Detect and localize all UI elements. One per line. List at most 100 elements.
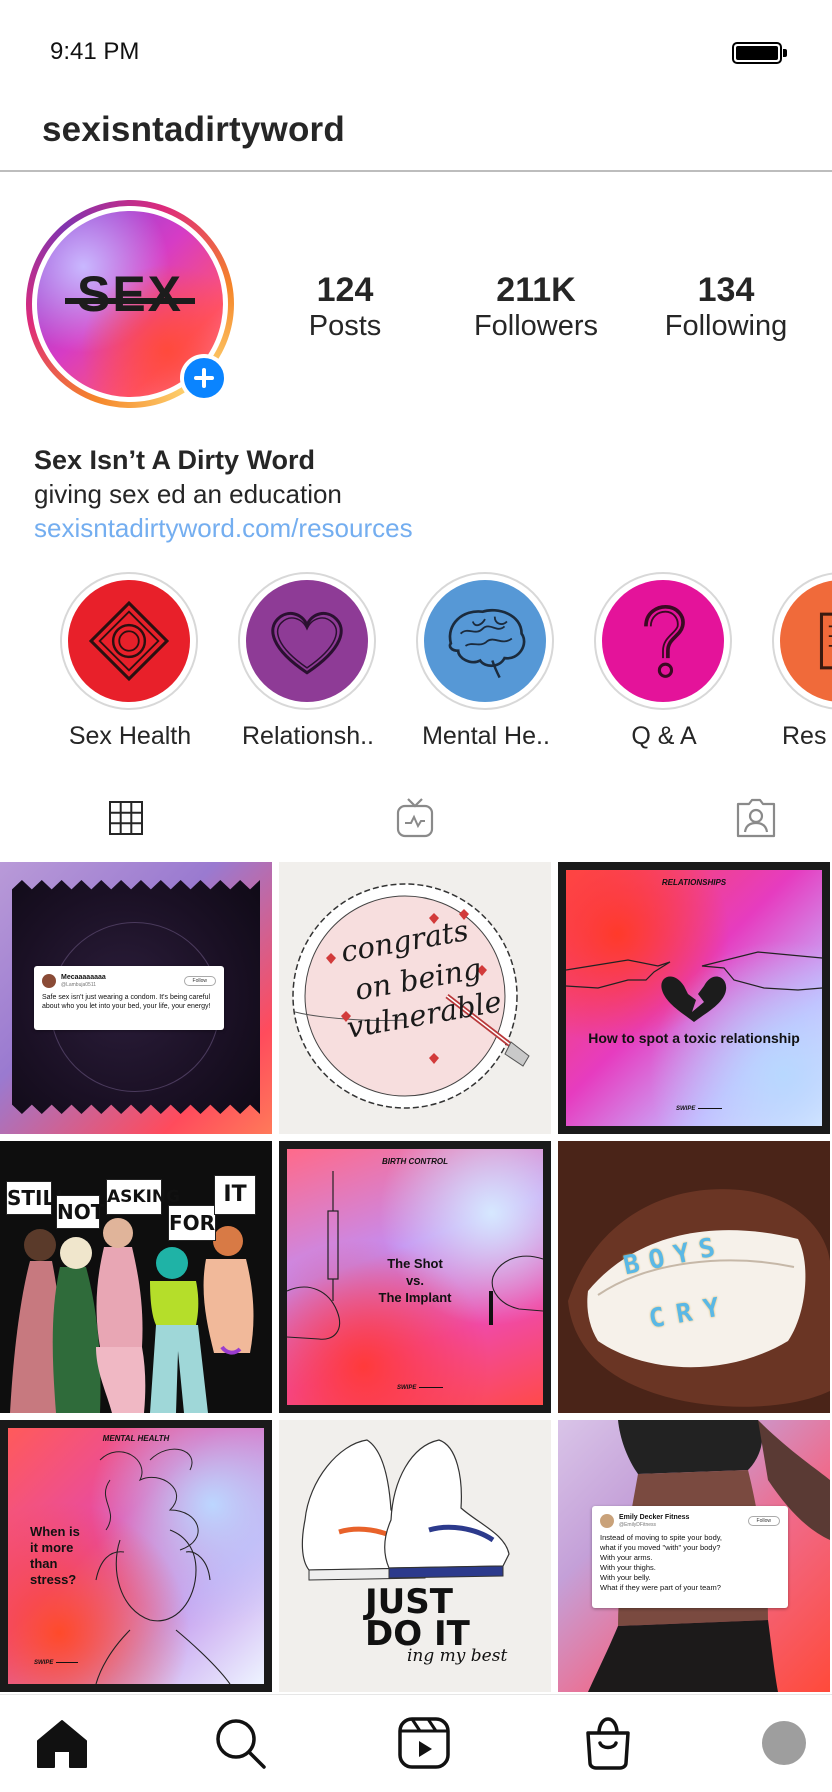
tweet-handle: @EmilyDFitness: [619, 1522, 657, 1528]
highlight-label: Q & A: [631, 722, 697, 750]
tweet-line: what if you moved "with" your body?: [600, 1543, 721, 1552]
tweet-text: Safe sex isn't just wearing a condom. It…: [42, 994, 211, 1010]
swipe-arrow-icon: [419, 1387, 443, 1388]
nav-reels[interactable]: [396, 1715, 452, 1771]
shop-bag-icon: [586, 1717, 630, 1770]
protest-sign: IT: [214, 1175, 256, 1215]
post-tile-toxic-relationship[interactable]: RELATIONSHIPS How to spot a toxic relati…: [558, 862, 830, 1134]
reels-icon: [398, 1717, 450, 1769]
post-tile-mental-health[interactable]: MENTAL HEALTH When is it more than stres…: [0, 1420, 272, 1692]
bottom-nav: [0, 1694, 832, 1792]
tweet-text: Instead of moving to spite your body, wh…: [600, 1533, 780, 1593]
profile-bio-text: giving sex ed an education: [34, 479, 342, 509]
profile-display-name: Sex Isn’t A Dirty Word: [34, 445, 316, 475]
status-bar: 9:41 PM: [0, 0, 832, 100]
highlight-label: Relationsh..: [241, 722, 375, 750]
swipe-label: SWIPE: [34, 1660, 54, 1666]
profile-username[interactable]: sexisntadirtyword: [42, 110, 345, 150]
protest-sign: FOR: [168, 1205, 216, 1241]
tweet-card: Mecaaaaaaaa @Lambuja0511 Follow Safe sex…: [34, 966, 224, 1030]
tweet-line: With your arms.: [600, 1553, 653, 1562]
profile-header: sexisntadirtyword: [0, 100, 832, 172]
tweet-follow-label: Follow: [747, 1516, 780, 1526]
tweet-handle: @Lambuja0511: [61, 982, 97, 988]
avatar-strike-line: [65, 298, 195, 304]
book-icon: [819, 612, 832, 670]
highlight-label: Mental He..: [422, 722, 550, 750]
swipe-arrow-icon: [56, 1662, 78, 1663]
tab-tagged[interactable]: [734, 796, 778, 840]
tweet-avatar: [42, 974, 56, 988]
tweet-avatar: [600, 1514, 614, 1528]
profile-tabs: [0, 780, 832, 860]
swipe-arrow-icon: [698, 1108, 722, 1109]
question-mark-icon: [644, 605, 685, 678]
swipe-label: SWIPE: [397, 1385, 417, 1391]
post-tile-just-do-it[interactable]: JUST DO IT ing my best: [279, 1420, 551, 1692]
post-tile-safe-sex[interactable]: Mecaaaaaaaa @Lambuja0511 Follow Safe sex…: [0, 862, 272, 1134]
status-time: 9:41 PM: [50, 38, 140, 65]
pointing-hands-graphic: [565, 951, 823, 1022]
slogan-line3: ing my best: [407, 1646, 508, 1666]
tweet-line: With your thighs.: [600, 1563, 656, 1572]
tv-icon: [396, 798, 434, 838]
post-tile-still-not-asking[interactable]: STILL NOT ASKING FOR IT: [0, 1141, 272, 1413]
post-tile-boys-cry[interactable]: BOYS CRY: [558, 1141, 830, 1413]
posts-grid: Mecaaaaaaaa @Lambuja0511 Follow Safe sex…: [0, 862, 832, 1692]
post-tile-congrats-cake[interactable]: congrats on being vulnerable: [279, 862, 551, 1134]
battery-icon: [732, 42, 787, 64]
grill-smile-graphic: [558, 1141, 830, 1413]
avatar-logo-text: SEX: [76, 266, 184, 322]
swipe-label: SWIPE: [676, 1106, 696, 1112]
post-title-line: When is: [30, 1524, 80, 1539]
post-title-line: vs.: [405, 1273, 425, 1288]
add-story-icon[interactable]: [180, 354, 228, 402]
home-icon: [37, 1720, 87, 1768]
profile-website-link[interactable]: sexisntadirtyword.com/resources: [34, 511, 794, 545]
tweet-line: With your belly.: [600, 1573, 651, 1582]
cake-graphic: congrats on being vulnerable: [292, 883, 530, 1109]
post-title-line: The Shot: [387, 1256, 443, 1271]
tab-igtv[interactable]: [393, 796, 437, 840]
protest-sign: ASKING: [106, 1179, 180, 1215]
search-icon: [216, 1719, 266, 1769]
stat-value: 124: [316, 271, 374, 309]
tweet-line: What if they were part of your team?: [600, 1583, 721, 1592]
profile-avatar-icon[interactable]: [762, 1721, 806, 1765]
stat-posts[interactable]: 124 Posts: [260, 271, 430, 344]
protest-sign: NOT: [56, 1195, 104, 1229]
stat-label: Followers: [473, 310, 599, 343]
nav-home[interactable]: [34, 1715, 90, 1771]
post-title-line: than: [30, 1556, 58, 1571]
tweet-name: Emily Decker Fitness: [619, 1514, 690, 1521]
tweet-card: Emily Decker Fitness @EmilyDFitness Foll…: [592, 1506, 788, 1608]
post-title-line: stress?: [30, 1572, 77, 1587]
stat-label: Posts: [308, 310, 382, 343]
highlight-label: Sex Health: [68, 722, 192, 750]
stat-value: 134: [697, 271, 755, 309]
tweet-name: Mecaaaaaaaa: [61, 974, 106, 981]
tweet-follow-label: Follow: [183, 976, 216, 986]
profile-bio: Sex Isn’t A Dirty Word giving sex ed an …: [34, 443, 794, 545]
grid-icon: [109, 801, 143, 835]
protest-sign: STILL: [6, 1181, 68, 1215]
stat-followers[interactable]: 211K Followers: [451, 271, 621, 344]
post-title: The Shot vs. The Implant: [287, 1255, 543, 1306]
nav-search[interactable]: [212, 1715, 268, 1771]
post-title-line: The Implant: [378, 1290, 452, 1305]
nav-shop[interactable]: [580, 1715, 636, 1771]
heart-icon: [271, 611, 343, 675]
tab-grid[interactable]: [104, 796, 148, 840]
condom-wrapper-icon: [88, 600, 170, 682]
tagged-person-icon: [736, 798, 776, 838]
stat-value: 211K: [496, 271, 576, 309]
stat-label: Following: [664, 310, 788, 343]
brain-icon: [448, 609, 526, 679]
post-title-line: it more: [30, 1540, 74, 1555]
post-tile-move-with-body[interactable]: Emily Decker Fitness @EmilyDFitness Foll…: [558, 1420, 830, 1692]
tweet-line: Instead of moving to spite your body,: [600, 1533, 723, 1542]
post-title: How to spot a toxic relationship: [588, 1030, 800, 1046]
post-tile-birth-control[interactable]: BIRTH CONTROL The Shot vs. The Implant S…: [279, 1141, 551, 1413]
stat-following[interactable]: 134 Following: [641, 271, 811, 344]
highlight-label: Res: [782, 722, 827, 750]
